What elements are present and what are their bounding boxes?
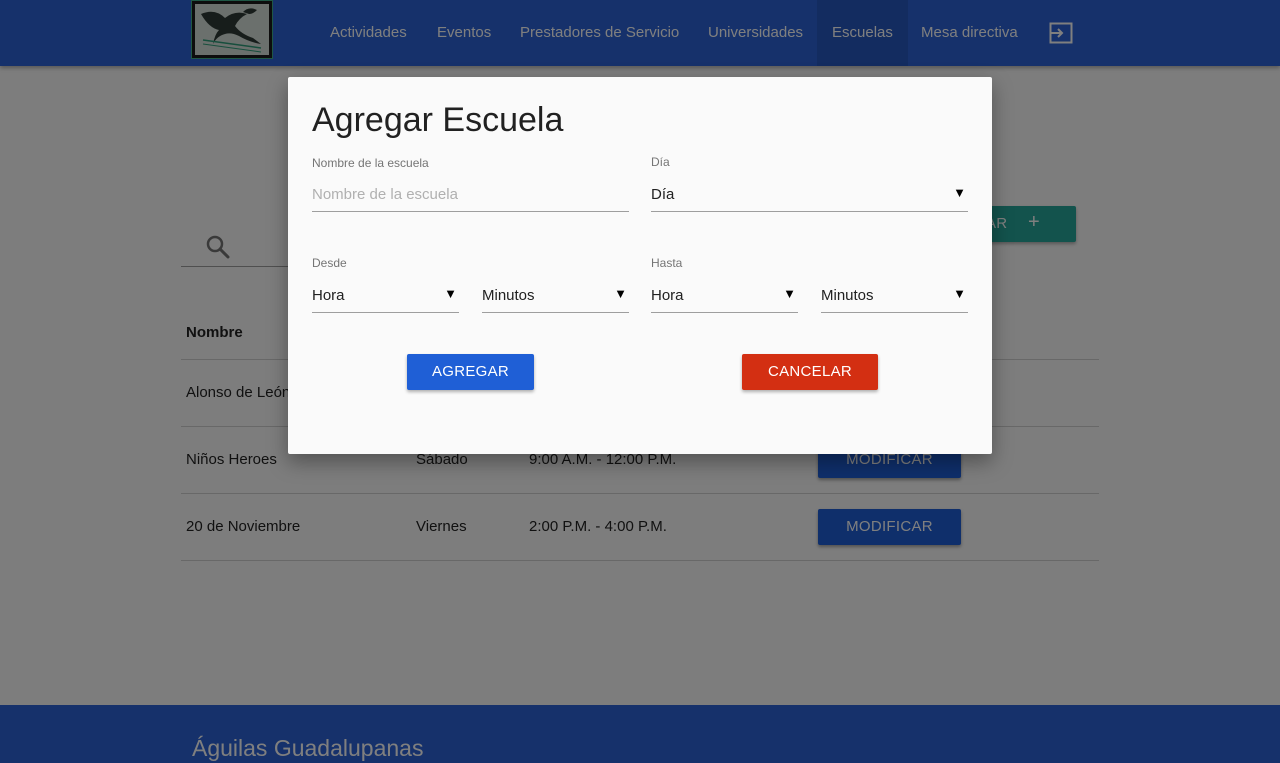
- dropdown-arrow-icon: ▼: [614, 286, 627, 301]
- to-minutes-value: Minutos: [821, 287, 874, 304]
- from-label: Desde: [312, 256, 347, 270]
- cancelar-button[interactable]: CANCELAR: [742, 354, 878, 390]
- dropdown-arrow-icon: ▼: [953, 286, 966, 301]
- dropdown-arrow-icon: ▼: [783, 286, 796, 301]
- dropdown-arrow-icon: ▼: [953, 185, 966, 200]
- dropdown-arrow-icon: ▼: [444, 286, 457, 301]
- from-minutes-value: Minutos: [482, 287, 535, 304]
- from-hour-select[interactable]: Hora ▼: [312, 283, 459, 313]
- add-school-modal: Agregar Escuela Nombre de la escuela Nom…: [288, 77, 992, 454]
- to-hour-value: Hora: [651, 287, 684, 304]
- to-minutes-select[interactable]: Minutos ▼: [821, 283, 968, 313]
- school-name-label: Nombre de la escuela: [312, 156, 429, 170]
- school-name-input[interactable]: Nombre de la escuela: [312, 182, 629, 212]
- to-hour-select[interactable]: Hora ▼: [651, 283, 798, 313]
- to-label: Hasta: [651, 256, 683, 270]
- from-minutes-select[interactable]: Minutos ▼: [482, 283, 629, 313]
- day-label: Día: [651, 155, 670, 169]
- agregar-button[interactable]: AGREGAR: [407, 354, 534, 390]
- from-hour-value: Hora: [312, 287, 345, 304]
- day-select-value: Día: [651, 186, 675, 203]
- modal-title: Agregar Escuela: [312, 101, 564, 139]
- day-select[interactable]: Día ▼: [651, 182, 968, 212]
- school-name-placeholder: Nombre de la escuela: [312, 186, 458, 203]
